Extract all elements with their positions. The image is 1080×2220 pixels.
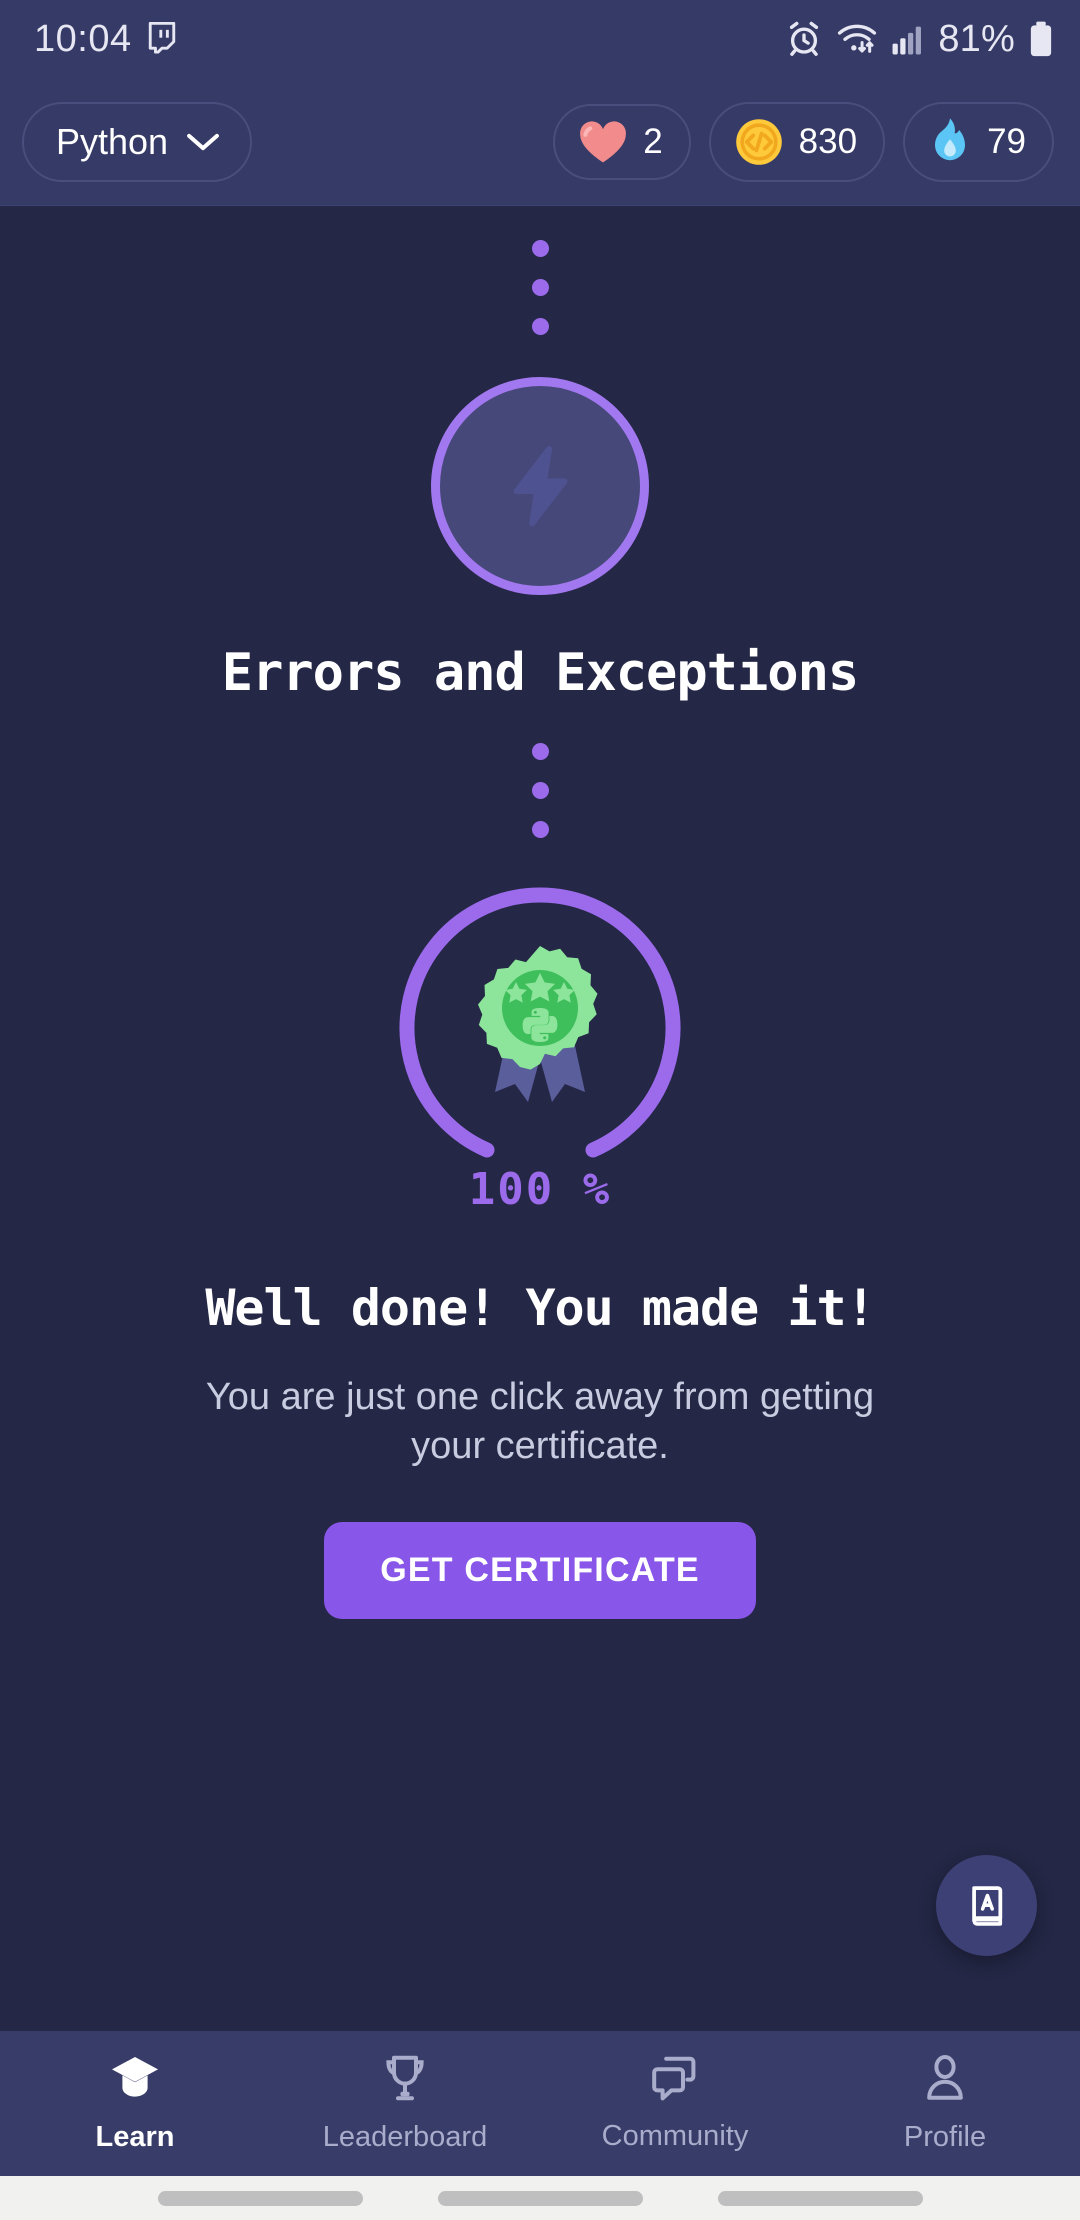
path-dot	[531, 821, 549, 838]
hearts-value: 2	[643, 121, 663, 161]
coins-pill[interactable]: 830	[708, 101, 886, 182]
system-gesture-bar	[0, 2176, 1080, 2220]
language-selector[interactable]: Python	[22, 101, 253, 182]
path-dot	[531, 318, 549, 335]
chevron-down-icon	[186, 131, 220, 153]
path-dot	[531, 782, 549, 799]
gesture-pill-back[interactable]	[157, 2190, 363, 2206]
code-coin-icon	[733, 116, 785, 168]
cellular-signal-icon	[891, 22, 925, 56]
graduation-cap-icon	[108, 2053, 162, 2105]
battery-icon	[1028, 20, 1054, 58]
app-root: 10:04 81% Python 2 830 79 Errors and Exc…	[0, 0, 1080, 2220]
nav-item-learn[interactable]: Learn	[0, 2053, 270, 2154]
heart-icon	[577, 118, 629, 166]
nav-label-profile: Profile	[903, 2121, 987, 2153]
trophy-icon	[380, 2053, 430, 2105]
stats-group: 2 830 79	[553, 101, 1054, 182]
nav-label-learn: Learn	[95, 2121, 175, 2153]
lightning-bolt-icon	[492, 438, 588, 534]
bottom-navigation: Learn Leaderboard Community Profile	[0, 2031, 1080, 2176]
streak-value: 79	[987, 121, 1026, 161]
path-dot	[531, 240, 549, 257]
status-bar-right: 81%	[785, 18, 1054, 61]
completion-subtitle: You are just one click away from getting…	[205, 1376, 875, 1467]
lesson-node-errors-and-exceptions[interactable]	[431, 377, 649, 595]
python-award-badge-icon	[440, 924, 640, 1124]
gesture-pill-home[interactable]	[437, 2190, 643, 2206]
hearts-pill[interactable]: 2	[553, 103, 691, 180]
alarm-clock-icon	[785, 20, 823, 58]
streak-pill[interactable]: 79	[903, 101, 1054, 182]
person-icon	[920, 2053, 970, 2105]
nav-item-profile[interactable]: Profile	[810, 2053, 1080, 2154]
language-label: Python	[56, 120, 169, 162]
nav-label-community: Community	[601, 2120, 749, 2152]
path-dot	[531, 279, 549, 296]
glossary-fab[interactable]	[936, 1855, 1037, 1956]
get-certificate-button[interactable]: GET CERTIFICATE	[324, 1522, 756, 1620]
status-bar-clock: 10:04	[34, 17, 132, 60]
lesson-path-main: Errors and Exceptions 100 % Well done! Y…	[0, 206, 1080, 2031]
lesson-title: Errors and Exceptions	[221, 643, 859, 703]
chat-bubbles-icon	[649, 2054, 701, 2104]
nav-item-leaderboard[interactable]: Leaderboard	[270, 2053, 540, 2154]
path-dot	[531, 743, 549, 760]
wifi-transfer-icon	[836, 20, 878, 58]
status-bar: 10:04 81%	[0, 0, 1080, 78]
coins-value: 830	[798, 121, 858, 161]
nav-label-leaderboard: Leaderboard	[322, 2121, 488, 2153]
flame-icon	[927, 116, 973, 168]
battery-percent-label: 81%	[938, 17, 1015, 60]
path-connector-top	[531, 240, 549, 335]
app-header: Python 2 830 79	[0, 78, 1080, 206]
nav-item-community[interactable]: Community	[540, 2054, 810, 2153]
certificate-progress-node[interactable]	[390, 880, 690, 1180]
book-a-icon	[962, 1881, 1012, 1931]
twitch-icon	[146, 22, 178, 56]
status-bar-left: 10:04	[34, 18, 178, 61]
gesture-pill-recents[interactable]	[717, 2190, 923, 2206]
path-connector-bottom	[531, 743, 549, 838]
completion-headline: Well done! You made it!	[205, 1279, 875, 1337]
